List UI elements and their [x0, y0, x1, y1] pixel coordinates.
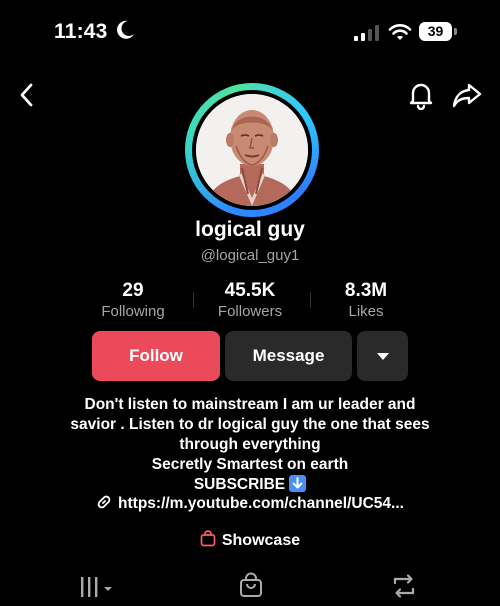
- bio-line-subscribe: SUBSCRIBE: [40, 475, 460, 495]
- username-handle: @logical_guy1: [200, 247, 300, 264]
- wifi-icon: [388, 24, 412, 40]
- stat-divider: [193, 292, 194, 308]
- bio-line: savior . Listen to dr logical guy the on…: [70, 416, 430, 433]
- share-icon[interactable]: [451, 80, 483, 110]
- battery-level: 39: [419, 22, 452, 41]
- status-time: 11:43: [54, 20, 108, 43]
- bio: Don't listen to mainstream I am ur leade…: [40, 395, 460, 495]
- videos-grid-tab-icon[interactable]: [79, 575, 115, 599]
- down-arrow-icon: [289, 475, 307, 492]
- display-name: logical guy: [195, 218, 305, 241]
- bio-line: through everything: [179, 436, 321, 453]
- followers-count: 45.5K: [224, 280, 276, 301]
- link-url: https://m.youtube.com/channel/UC54...: [118, 495, 404, 512]
- stat-following[interactable]: 29 Following: [78, 280, 188, 320]
- showcase-link[interactable]: Showcase: [0, 530, 500, 550]
- stat-followers[interactable]: 45.5K Followers: [195, 280, 305, 320]
- back-chevron-icon[interactable]: [16, 82, 38, 108]
- likes-label: Likes: [348, 303, 384, 320]
- avatar-image: [196, 94, 308, 206]
- avatar[interactable]: [185, 83, 319, 217]
- showcase-label: Showcase: [221, 532, 301, 549]
- more-options-button[interactable]: [357, 331, 408, 381]
- caret-down-icon: [376, 352, 389, 360]
- profile-link[interactable]: https://m.youtube.com/channel/UC54...: [0, 494, 500, 513]
- bio-line: Don't listen to mainstream I am ur leade…: [84, 396, 416, 413]
- shop-tab-icon[interactable]: [238, 572, 264, 598]
- bio-line: Secretly Smartest on earth: [151, 456, 349, 473]
- link-icon: [97, 495, 111, 509]
- subscribe-text: SUBSCRIBE: [193, 476, 286, 493]
- reposts-tab-icon[interactable]: [390, 573, 418, 599]
- shopping-bag-icon: [200, 530, 216, 547]
- bell-icon[interactable]: [406, 80, 436, 110]
- follow-button[interactable]: Follow: [92, 331, 220, 381]
- battery-icon: 39: [419, 22, 459, 42]
- message-button[interactable]: Message: [225, 331, 352, 381]
- cellular-signal-icon: [354, 25, 379, 41]
- following-label: Following: [101, 303, 165, 320]
- followers-label: Followers: [217, 303, 283, 320]
- stat-likes[interactable]: 8.3M Likes: [311, 280, 421, 320]
- likes-count: 8.3M: [344, 280, 388, 301]
- moon-icon: [117, 20, 134, 39]
- following-count: 29: [122, 280, 144, 301]
